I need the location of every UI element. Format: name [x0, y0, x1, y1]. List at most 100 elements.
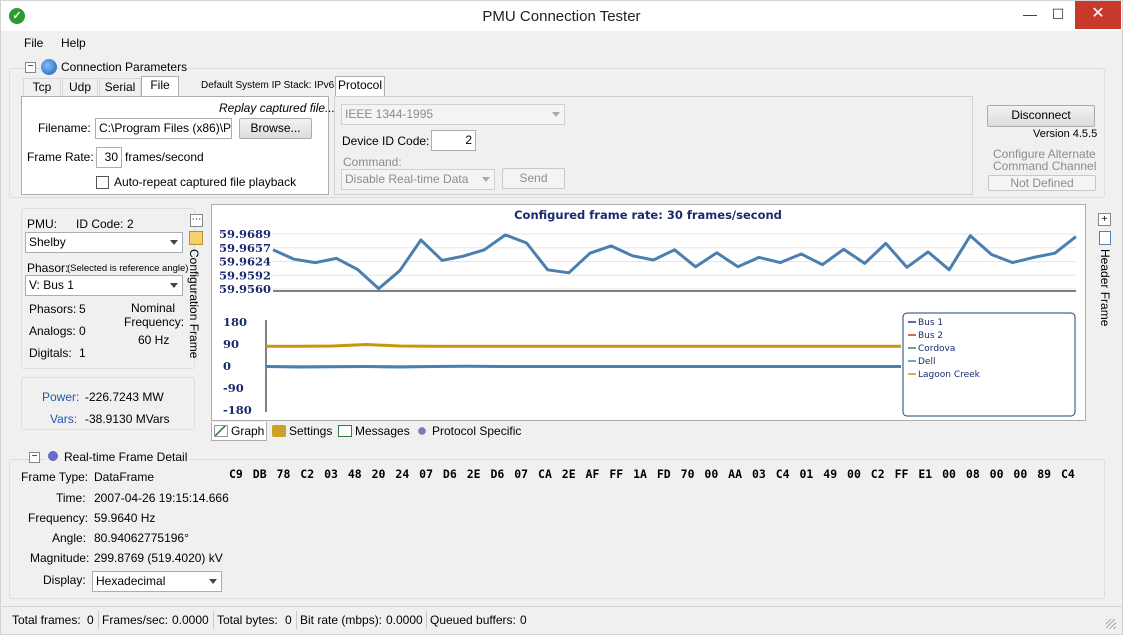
device-id-input[interactable]: 2 [431, 130, 476, 151]
phasor-label: Phasor: [27, 261, 69, 275]
angle-y-tick-label: 180 [223, 315, 247, 329]
frame-type-label: Frame Type: [21, 470, 89, 484]
menu-file[interactable]: File [24, 36, 43, 50]
graph-icon [214, 425, 228, 437]
time-value: 2007-04-26 19:15:14.666 [94, 491, 229, 505]
freq-y-tick-label: 59.9560 [219, 282, 271, 296]
magnitude-label: Magnitude: [30, 551, 90, 565]
legend-entry: Lagoon Creek [918, 370, 981, 380]
expand-header-frame-button[interactable]: + [1098, 213, 1111, 226]
tab-graph[interactable]: Graph [214, 424, 264, 441]
status-separator [296, 611, 297, 629]
config-frame-icon [189, 231, 203, 245]
pmu-select[interactable]: Shelby [25, 232, 183, 253]
bytes-label: Total bytes: [217, 613, 278, 627]
version-label: Version 4.5.5 [1033, 128, 1098, 140]
freq-y-tick-label: 59.9689 [219, 227, 271, 241]
expand-config-frame-button[interactable]: ⋯ [190, 214, 203, 227]
queued-label: Queued buffers: [430, 613, 516, 627]
filename-label: Filename: [38, 121, 91, 135]
analogs-value: 0 [79, 324, 86, 338]
legend-entry: Bus 2 [918, 331, 943, 341]
hex-frame-bytes: C9 DB 78 C2 03 48 20 24 07 D6 2E D6 07 C… [229, 467, 1075, 481]
angle-y-tick-label: 0 [223, 359, 231, 373]
phasor-select[interactable]: V: Bus 1 [25, 275, 183, 296]
close-button[interactable]: ✕ [1075, 1, 1121, 29]
nominal-label-2: Frequency: [124, 315, 185, 329]
frequency-label: Frequency: [28, 511, 89, 525]
status-bar: Total frames: 0 Frames/sec: 0.0000 Total… [2, 606, 1122, 634]
status-separator [213, 611, 214, 629]
pmu-label: PMU: [27, 217, 57, 231]
tab-protocol[interactable]: Protocol [335, 76, 385, 96]
angle-y-tick-label: 90 [223, 337, 239, 351]
nominal-label-1: Nominal [131, 301, 176, 315]
display-select[interactable]: Hexadecimal [92, 571, 222, 592]
angle-series-line [266, 342, 901, 348]
status-separator [426, 611, 427, 629]
queued-value: 0 [520, 613, 527, 627]
app-window: ✓ PMU Connection Tester — ☐ ✕ File Help … [0, 0, 1123, 635]
tab-settings[interactable]: Settings [272, 424, 332, 441]
angle-value: 80.94062775196° [94, 531, 189, 545]
frame-type-value: DataFrame [94, 470, 155, 484]
phasors-label: Phasors: [29, 302, 77, 316]
id-code-value: 2 [127, 217, 134, 231]
menu-bar: File Help [2, 32, 1122, 54]
title-bar: ✓ PMU Connection Tester — ☐ ✕ [1, 1, 1122, 31]
globe-icon [41, 59, 57, 75]
collapse-frame-detail-button[interactable]: − [29, 452, 40, 463]
total-frames-label: Total frames: [12, 613, 81, 627]
send-button[interactable]: Send [502, 168, 565, 189]
protocol-select[interactable]: IEEE 1344-1995 [341, 104, 565, 125]
frame-rate-input[interactable]: 30 [96, 147, 122, 168]
bytes-value: 0 [285, 613, 292, 627]
graph-svg: Configured frame rate: 30 frames/second 5… [219, 208, 1077, 417]
browse-button[interactable]: Browse... [239, 118, 312, 139]
frame-detail-icon [45, 449, 61, 463]
tab-protocol-specific[interactable]: Protocol Specific [415, 424, 521, 441]
phasors-value: 5 [79, 302, 86, 316]
frame-rate-label: Frame Rate: [27, 150, 94, 164]
header-frame-tab[interactable]: Header Frame [1098, 249, 1112, 326]
auto-repeat-checkbox[interactable] [96, 176, 109, 189]
legend-entry: Cordova [918, 344, 955, 354]
nominal-frequency-value: 60 Hz [138, 333, 170, 347]
analogs-label: Analogs: [29, 324, 76, 338]
bitrate-label: Bit rate (mbps): [300, 613, 383, 627]
tab-file[interactable]: File [141, 76, 179, 96]
alt-channel-label-2: Command Channel [993, 159, 1097, 173]
tab-tcp[interactable]: Tcp [23, 78, 61, 96]
resize-grip-icon[interactable] [1106, 619, 1116, 629]
tab-udp[interactable]: Udp [62, 78, 98, 96]
fps-label: Frames/sec: [102, 613, 169, 627]
auto-repeat-label: Auto-repeat captured file playback [114, 175, 297, 189]
collapse-connection-button[interactable]: − [25, 62, 36, 73]
angle-label: Angle: [52, 531, 87, 545]
fps-value: 0.0000 [172, 613, 209, 627]
power-value: -226.7243 MW [85, 390, 164, 404]
maximize-button[interactable]: ☐ [1041, 1, 1075, 29]
digitals-label: Digitals: [29, 346, 72, 360]
settings-icon [272, 425, 286, 437]
window-title: PMU Connection Tester [482, 8, 641, 25]
configuration-frame-tab[interactable]: Configuration Frame [187, 249, 201, 358]
id-code-label: ID Code: [76, 217, 124, 231]
status-separator [98, 611, 99, 629]
legend-entry: Dell [918, 357, 935, 367]
angle-y-tick-label: -90 [223, 381, 244, 395]
menu-help[interactable]: Help [61, 36, 86, 50]
ip-stack-label: Default System IP Stack: IPv6 [201, 80, 335, 91]
tab-messages[interactable]: Messages [338, 424, 410, 441]
bitrate-value: 0.0000 [386, 613, 423, 627]
not-defined-button[interactable]: Not Defined [988, 175, 1096, 191]
vars-value: -38.9130 MVars [85, 412, 170, 426]
tab-serial[interactable]: Serial [99, 78, 141, 96]
replay-label: Replay captured file... [219, 101, 336, 115]
vars-label: Vars: [50, 412, 78, 426]
connection-group-label: Connection Parameters [59, 60, 190, 74]
disconnect-button[interactable]: Disconnect [987, 105, 1095, 127]
command-select[interactable]: Disable Real-time Data [341, 169, 495, 190]
power-label: Power: [42, 390, 80, 404]
filename-input[interactable]: C:\Program Files (x86)\PMU [95, 118, 232, 139]
